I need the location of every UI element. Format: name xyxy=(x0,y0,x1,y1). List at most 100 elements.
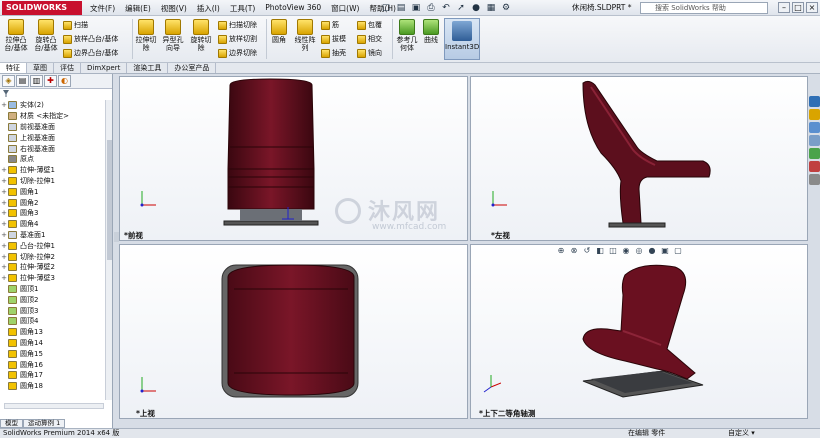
tree-horizontal-scrollbar[interactable] xyxy=(4,403,104,409)
tree-item[interactable]: 圆角17 xyxy=(0,370,105,381)
tab-dimxpert[interactable]: DimXpert xyxy=(81,63,128,73)
linear-pattern-button[interactable]: 线性阵 列 xyxy=(291,19,319,52)
sweep-button[interactable]: 扫描 xyxy=(63,20,88,30)
tree-item[interactable]: 圆角14 xyxy=(0,338,105,349)
instant3d-button[interactable]: Instant3D xyxy=(444,18,480,60)
expand-icon[interactable]: + xyxy=(0,242,8,250)
tree-item[interactable]: + 圆角1 xyxy=(0,186,105,197)
tree-item[interactable]: + 凸台-拉伸1 xyxy=(0,240,105,251)
expand-icon[interactable]: + xyxy=(0,209,8,217)
edit-appearance-icon[interactable]: ● xyxy=(647,246,657,255)
tree-item[interactable]: + 拉伸-薄壁3 xyxy=(0,273,105,284)
tab-sketch[interactable]: 草图 xyxy=(27,63,54,73)
expand-icon[interactable]: + xyxy=(0,188,8,196)
rib-button[interactable]: 筋 xyxy=(321,20,339,30)
tab-model[interactable]: 模型 xyxy=(0,419,23,428)
tree-item[interactable]: 右视基准面 xyxy=(0,143,105,154)
menu-file[interactable]: 文件(F) xyxy=(86,2,119,15)
zoom-to-fit-icon[interactable]: ⊕ xyxy=(556,246,566,255)
boundary-cut-button[interactable]: 边界切除 xyxy=(218,48,257,58)
tab-features[interactable]: 特征 xyxy=(0,63,27,73)
boundary-boss-button[interactable]: 边界凸台/基体 xyxy=(63,48,118,58)
scrollbar-thumb[interactable] xyxy=(107,140,112,260)
extrude-cut-button[interactable]: 拉伸切 除 xyxy=(134,19,158,52)
tree-item[interactable]: 圆顶1 xyxy=(0,284,105,295)
open-icon[interactable]: ▤ xyxy=(395,2,407,14)
shell-button[interactable]: 抽壳 xyxy=(321,48,346,58)
menu-view[interactable]: 视图(V) xyxy=(157,2,191,15)
tree-item[interactable]: 前视基准面 xyxy=(0,122,105,133)
design-library-icon[interactable] xyxy=(809,109,820,120)
expand-icon[interactable]: + xyxy=(0,274,8,282)
viewport-isometric[interactable]: *上下二等角轴测 xyxy=(470,244,808,419)
options-icon[interactable]: ⚙ xyxy=(500,2,512,14)
tree-item[interactable]: 圆顶4 xyxy=(0,316,105,327)
menu-tools[interactable]: 工具(T) xyxy=(226,2,259,15)
zoom-area-icon[interactable]: ⊗ xyxy=(569,246,579,255)
loft-cut-button[interactable]: 放样切割 xyxy=(218,34,257,44)
close-button[interactable]: × xyxy=(806,2,818,13)
menu-window[interactable]: 窗口(W) xyxy=(327,2,363,15)
print-icon[interactable]: ⎙ xyxy=(425,2,437,14)
file-properties-icon[interactable]: ▦ xyxy=(485,2,497,14)
status-custom-menu[interactable]: 自定义 ▾ xyxy=(728,429,755,438)
mirror-button[interactable]: 镜向 xyxy=(357,48,382,58)
tree-item[interactable]: 圆角18 xyxy=(0,381,105,392)
tab-evaluate[interactable]: 评估 xyxy=(54,63,81,73)
fillet-button[interactable]: 圆角 xyxy=(268,19,290,44)
menu-insert[interactable]: 插入(I) xyxy=(193,2,224,15)
hole-wizard-button[interactable]: 异型孔 向导 xyxy=(160,19,186,52)
extrude-boss-button[interactable]: 拉伸凸 台/基体 xyxy=(2,19,30,52)
tree-item[interactable]: 圆顶2 xyxy=(0,294,105,305)
view-settings-icon[interactable]: ▢ xyxy=(673,246,683,255)
select-icon[interactable]: ➚ xyxy=(455,2,467,14)
tree-item[interactable]: + 圆角4 xyxy=(0,219,105,230)
save-icon[interactable]: ▣ xyxy=(410,2,422,14)
expand-icon[interactable]: + xyxy=(0,263,8,271)
viewport-top[interactable]: *上视 xyxy=(119,244,468,419)
tree-item[interactable]: + 拉伸-薄壁2 xyxy=(0,262,105,273)
tree-scrollbar[interactable] xyxy=(105,100,112,400)
tab-motion-study[interactable]: 运动算例 1 xyxy=(23,419,66,428)
file-explorer-icon[interactable] xyxy=(809,122,820,133)
tree-item[interactable]: + 切除-拉伸2 xyxy=(0,251,105,262)
menu-edit[interactable]: 编辑(E) xyxy=(121,2,155,15)
configuration-tab-icon[interactable]: ▥ xyxy=(30,75,43,87)
expand-icon[interactable]: + xyxy=(0,253,8,261)
dimxpert-tab-icon[interactable]: ✚ xyxy=(44,75,57,87)
tab-office-products[interactable]: 办公室产品 xyxy=(168,63,217,73)
forum-icon[interactable] xyxy=(809,174,820,185)
resources-icon[interactable] xyxy=(809,96,820,107)
tree-item[interactable]: 圆角13 xyxy=(0,327,105,338)
expand-icon[interactable]: + xyxy=(0,166,8,174)
tree-item[interactable]: 上视基准面 xyxy=(0,132,105,143)
rebuild-icon[interactable]: ● xyxy=(470,2,482,14)
curves-button[interactable]: 曲线 xyxy=(421,19,441,44)
solidworks-logo[interactable]: SOLIDWORKS xyxy=(2,1,82,15)
wrap-button[interactable]: 包覆 xyxy=(357,20,382,30)
tree-item[interactable]: 圆角15 xyxy=(0,348,105,359)
draft-button[interactable]: 拔模 xyxy=(321,34,346,44)
tree-item[interactable]: + 实体(2) xyxy=(0,100,105,111)
expand-icon[interactable]: + xyxy=(0,220,8,228)
tree-item[interactable]: + 基准面1 xyxy=(0,230,105,241)
revolve-boss-button[interactable]: 旋转凸 台/基体 xyxy=(32,19,60,52)
custom-properties-icon[interactable] xyxy=(809,161,820,172)
loft-boss-button[interactable]: 放样凸台/基体 xyxy=(63,34,118,44)
display-style-icon[interactable]: ◉ xyxy=(621,246,631,255)
tab-render-tools[interactable]: 渲染工具 xyxy=(127,63,169,73)
view-palette-icon[interactable] xyxy=(809,135,820,146)
apply-scene-icon[interactable]: ▣ xyxy=(660,246,670,255)
tree-item[interactable]: 圆角16 xyxy=(0,359,105,370)
undo-icon[interactable]: ↶ xyxy=(440,2,452,14)
tree-item[interactable]: + 拉伸-薄壁1 xyxy=(0,165,105,176)
viewport-left[interactable]: *左视 xyxy=(470,76,808,241)
sweep-cut-button[interactable]: 扫描切除 xyxy=(218,20,257,30)
hide-show-icon[interactable]: ◎ xyxy=(634,246,644,255)
revolve-cut-button[interactable]: 旋转切 除 xyxy=(188,19,214,52)
tree-item[interactable]: + 圆角2 xyxy=(0,197,105,208)
minimize-button[interactable]: – xyxy=(778,2,790,13)
expand-icon[interactable]: + xyxy=(0,231,8,239)
help-search-input[interactable]: 搜索 SolidWorks 帮助 xyxy=(640,2,768,14)
feature-tree-tab-icon[interactable]: ◈ xyxy=(2,75,15,87)
